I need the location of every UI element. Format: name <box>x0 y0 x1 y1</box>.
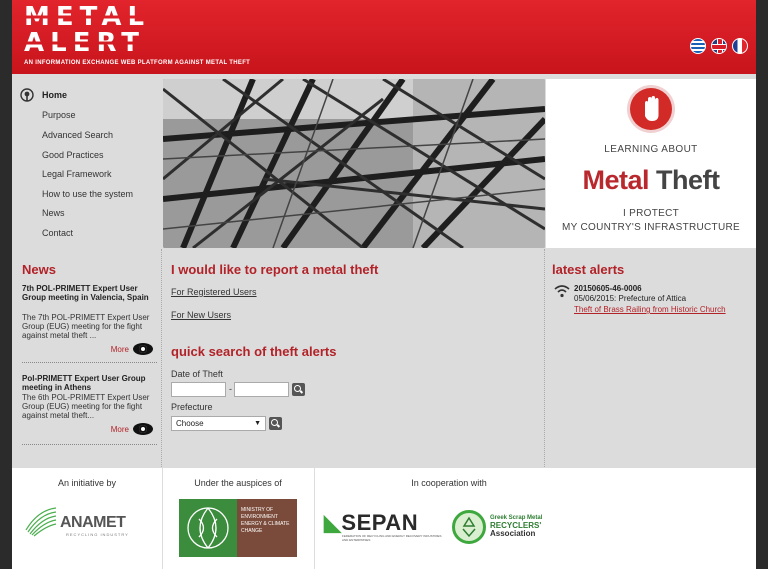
stop-hand-icon <box>630 88 672 130</box>
registered-users-link[interactable]: For Registered Users <box>171 287 257 297</box>
nav-item-good-practices[interactable]: Good Practices <box>42 150 104 160</box>
cooperation-label: In cooperation with <box>411 478 487 488</box>
divider <box>22 444 157 445</box>
news-item-text: The 7th POL-PRIMETT Expert User Group (E… <box>22 313 150 340</box>
news-more-link[interactable]: More <box>111 423 153 435</box>
sepan-logo[interactable]: ◣SEPAN <box>324 510 418 536</box>
partners-footer: An initiative by Under the auspices of I… <box>12 468 756 569</box>
latest-alerts-section: latest alerts 20150605-46-0006 05/06/201… <box>546 249 756 467</box>
date-to-input[interactable] <box>234 382 289 397</box>
greek-flag-icon[interactable] <box>690 38 706 54</box>
anamet-logo[interactable]: ANAMET RECYCLING INDUSTRY <box>24 504 154 544</box>
prefecture-select[interactable]: Choose ▼ <box>171 416 266 431</box>
news-heading: News <box>22 262 56 277</box>
recycle-icon <box>452 510 486 544</box>
nav-item-how-to-use[interactable]: How to use the system <box>42 189 133 199</box>
french-flag-icon[interactable] <box>732 38 748 54</box>
prefecture-search-button[interactable] <box>269 417 282 430</box>
promo-learning-about: LEARNING ABOUT <box>604 144 698 155</box>
nav-item-purpose[interactable]: Purpose <box>42 110 76 120</box>
news-item-title[interactable]: Pol-PRIMETT Expert User Group meeting in… <box>22 374 157 392</box>
page-frame: METAL ALERT AN INFORMATION EXCHANGE WEB … <box>12 0 756 569</box>
hero-steel-image <box>163 79 545 248</box>
date-from-input[interactable] <box>171 382 226 397</box>
report-section: I would like to report a metal theft For… <box>163 249 545 467</box>
ministry-logo[interactable]: MINISTRY OF ENVIRONMENT ENERGY & CLIMATE… <box>179 499 297 557</box>
uk-flag-icon[interactable] <box>711 38 727 54</box>
divider <box>22 362 157 363</box>
date-search-button[interactable] <box>292 383 305 396</box>
prefecture-label: Prefecture <box>171 402 213 412</box>
alert-id: 20150605-46-0006 <box>574 284 642 293</box>
news-item-title[interactable]: 7th POL-PRIMETT Expert User Group meetin… <box>22 284 157 302</box>
promo-title: Metal Theft <box>582 165 720 195</box>
news-section: News 7th POL-PRIMETT Expert User Group m… <box>12 249 162 467</box>
scrap-recyclers-logo[interactable]: Greek Scrap Metal RECYCLERS' Association <box>490 514 542 538</box>
ministry-emblem-icon <box>179 499 237 557</box>
logo-text-metal[interactable]: METAL <box>24 4 150 30</box>
logo-text-alert[interactable]: ALERT <box>24 30 145 56</box>
nav-item-home[interactable]: Home <box>42 90 67 100</box>
sepan-subtitle: FEDERATION OF RECYCLING AND ENERGY RECOV… <box>342 534 442 542</box>
site-header: METAL ALERT AN INFORMATION EXCHANGE WEB … <box>12 0 756 74</box>
chevron-down-icon: ▼ <box>254 420 261 427</box>
alert-link[interactable]: Theft of Brass Railing from Historic Chu… <box>574 305 726 314</box>
date-separator: - <box>229 384 232 394</box>
signal-icon <box>554 285 570 298</box>
news-more-link[interactable]: More <box>111 343 153 355</box>
date-of-theft-label: Date of Theft <box>171 369 223 379</box>
eye-icon <box>133 423 153 435</box>
nav-item-legal-framework[interactable]: Legal Framework <box>42 169 112 179</box>
metal-theft-promo[interactable]: LEARNING ABOUT Metal Theft I PROTECT MY … <box>546 79 756 248</box>
main-nav: Home Purpose Advanced Search Good Practi… <box>12 80 160 246</box>
site-tagline: AN INFORMATION EXCHANGE WEB PLATFORM AGA… <box>24 60 251 66</box>
alert-date-place: 05/06/2015: Prefecture of Attica <box>574 294 687 303</box>
nav-item-advanced-search[interactable]: Advanced Search <box>42 130 113 140</box>
alerts-heading: latest alerts <box>552 262 625 277</box>
quick-search-heading: quick search of theft alerts <box>171 344 337 359</box>
language-switcher <box>690 38 748 54</box>
nav-item-contact[interactable]: Contact <box>42 228 73 238</box>
steel-structure-image <box>163 79 545 248</box>
new-users-link[interactable]: For New Users <box>171 310 231 320</box>
initiative-label: An initiative by <box>57 478 117 488</box>
eye-icon <box>133 343 153 355</box>
home-pin-icon <box>20 88 34 102</box>
nav-item-news[interactable]: News <box>42 208 65 218</box>
auspices-label: Under the auspices of <box>194 478 282 488</box>
report-heading: I would like to report a metal theft <box>171 262 379 277</box>
news-item-text: The 6th POL-PRIMETT Expert User Group (E… <box>22 393 150 420</box>
anamet-swirl-icon <box>25 507 57 537</box>
promo-protect-text: I PROTECT MY COUNTRY'S INFRASTRUCTURE <box>562 208 740 233</box>
